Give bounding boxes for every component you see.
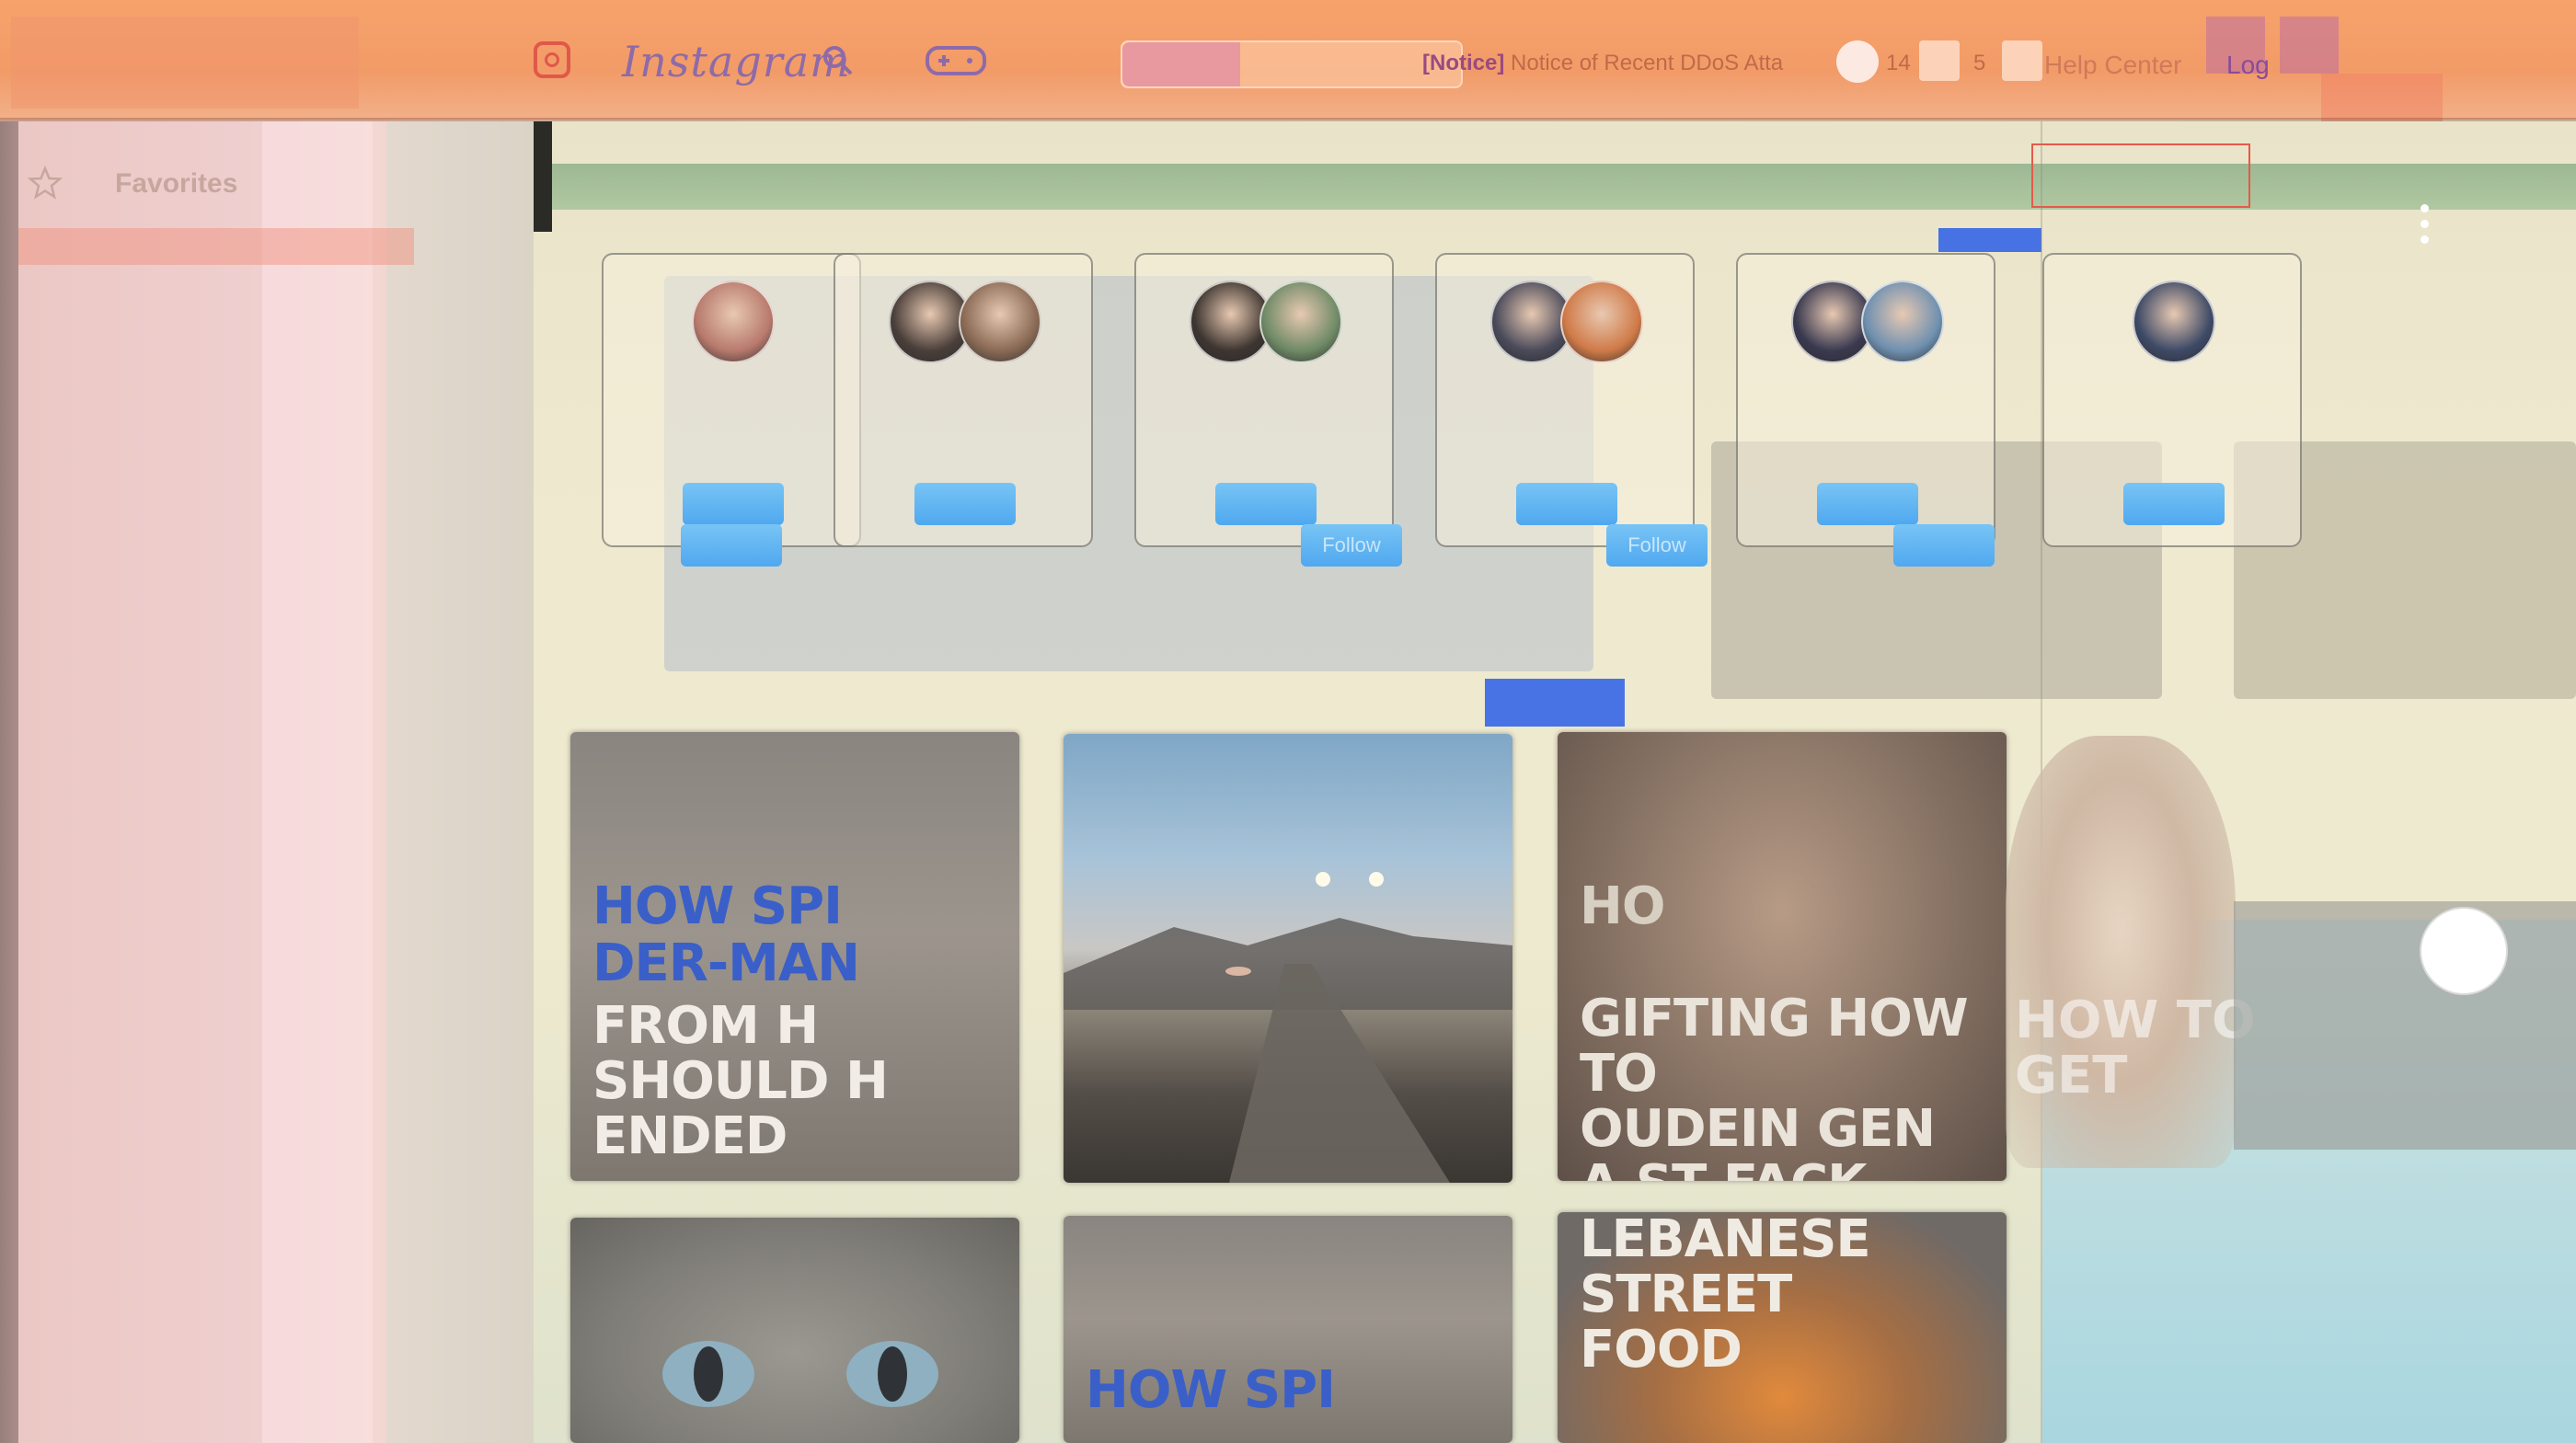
help-center-link[interactable]: Help Center <box>2044 51 2181 80</box>
follow-button[interactable] <box>1215 483 1317 525</box>
post-headline: GIFTING HOW TO OUDEIN GEN A ST FACK <box>1580 989 1969 1182</box>
tab-strip-block <box>11 17 359 109</box>
notice-link[interactable]: [Notice] Notice of Recent DDoS Atta <box>1422 51 1804 76</box>
search-icon[interactable] <box>822 44 853 75</box>
avatar[interactable] <box>1560 281 1643 363</box>
ghost-panel-lower-right <box>2234 901 2576 1150</box>
post-headline: HOW SPI <box>1086 1360 1336 1420</box>
follow-button[interactable] <box>1516 483 1617 525</box>
post-face[interactable]: HO GIFTING HOW TO OUDEIN GEN A ST FACK <box>1558 732 2007 1181</box>
suggestion-card[interactable] <box>1134 253 1394 547</box>
status-dot[interactable] <box>1836 40 1879 83</box>
toolbar-square-b[interactable] <box>2002 40 2042 81</box>
toolbar-square-a[interactable] <box>1919 40 1960 81</box>
follow-button-ghost[interactable]: Follow <box>1301 524 1402 567</box>
avatar[interactable] <box>692 281 775 363</box>
stories-bar-edge <box>534 121 552 232</box>
favorites-label[interactable]: Favorites <box>115 168 237 200</box>
stories-bar <box>552 164 2576 210</box>
follow-button[interactable] <box>914 483 1016 525</box>
post-food[interactable]: LEBANESE STREET FOOD <box>1558 1212 2007 1443</box>
star-icon <box>28 166 63 200</box>
avatar[interactable] <box>2133 281 2215 363</box>
notice-count-b: 5 <box>1973 51 1986 75</box>
post-headline: LEBANESE STREET FOOD <box>1580 1212 1871 1380</box>
follow-label: Follow <box>1627 533 1686 556</box>
toolbar-box-b <box>2280 17 2339 74</box>
scroll-handle[interactable] <box>2420 907 2508 995</box>
notice-prefix: [Notice] <box>1422 51 1505 75</box>
cat-eyes <box>662 1341 938 1407</box>
post-headline-ghost: HOW TO GET <box>2015 991 2256 1105</box>
more-options-icon[interactable] <box>2418 204 2431 250</box>
favorites-highlight <box>18 228 414 265</box>
favorites-sidebar <box>0 121 534 1443</box>
address-bar[interactable] <box>1121 40 1463 88</box>
post-cat[interactable] <box>570 1218 1019 1443</box>
post-headline: DER-MAN <box>592 933 860 993</box>
sidebar-strip-b <box>386 121 534 1443</box>
gamepad-icon[interactable] <box>924 42 988 79</box>
follow-button[interactable] <box>1817 483 1918 525</box>
address-bar-accent <box>1122 42 1240 86</box>
post-headline: HOW SPI <box>592 876 843 936</box>
instagram-icon[interactable] <box>534 41 570 78</box>
suggestion-card[interactable] <box>1435 253 1695 547</box>
focus-outline <box>2031 143 2250 208</box>
post-headline: HO <box>1580 876 1665 936</box>
road-scene <box>1064 872 1512 1183</box>
suggestion-card[interactable] <box>834 253 1093 547</box>
blue-highlight-top <box>1938 228 2041 252</box>
sidebar-strip-a <box>262 121 373 1443</box>
follow-label: Follow <box>1322 533 1381 556</box>
follow-button-ghost[interactable] <box>681 524 782 567</box>
browser-toolbar: Instagram [Notice] Notice of Recent DDoS… <box>0 0 2576 129</box>
post-spiderman-repeat[interactable]: HOW SPI <box>1064 1216 1512 1443</box>
notice-count-a: 14 <box>1886 51 1911 75</box>
follow-button-ghost[interactable]: Follow <box>1606 524 1708 567</box>
avatar[interactable] <box>1259 281 1342 363</box>
avatar[interactable] <box>959 281 1041 363</box>
suggestion-card[interactable] <box>1736 253 1995 547</box>
sidebar-edge <box>0 121 18 1443</box>
post-headline: FROM H SHOULD H ENDED <box>592 996 889 1166</box>
blue-highlight-mid <box>1485 679 1625 727</box>
avatar[interactable] <box>1861 281 1944 363</box>
instagram-logo[interactable]: Instagram <box>622 37 851 86</box>
notice-text: Notice of Recent DDoS Atta <box>1504 51 1784 75</box>
login-link[interactable]: Log <box>2226 51 2270 80</box>
suggestion-card[interactable] <box>2042 253 2302 547</box>
post-spiderman[interactable]: HOW SPI DER-MAN FROM H SHOULD H ENDED <box>570 732 1019 1181</box>
follow-button-ghost[interactable] <box>1893 524 1995 567</box>
follow-button[interactable] <box>2123 483 2225 525</box>
follow-button[interactable] <box>683 483 784 525</box>
suggestion-card[interactable] <box>602 253 861 547</box>
post-road[interactable] <box>1064 734 1512 1183</box>
